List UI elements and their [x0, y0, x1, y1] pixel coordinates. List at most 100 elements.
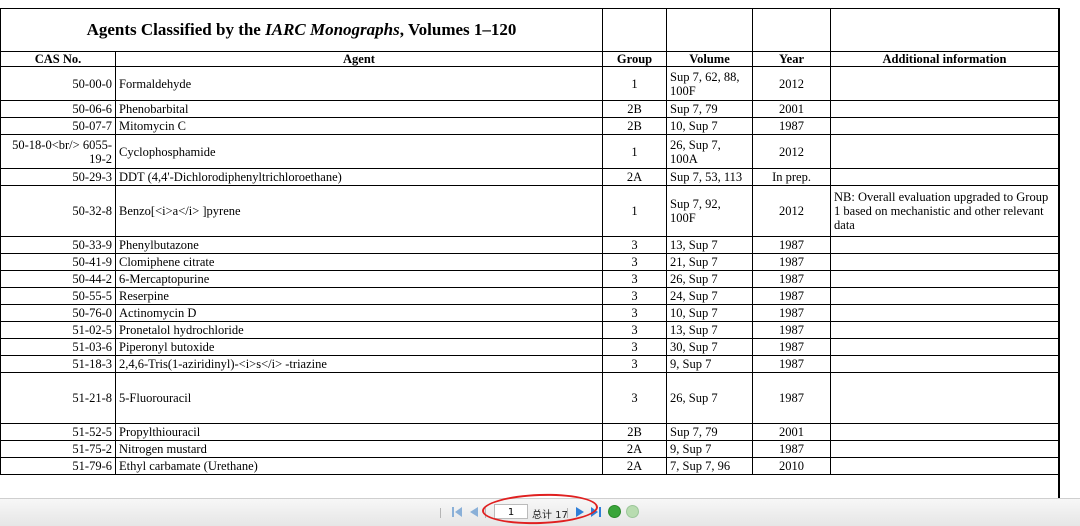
cell-group: 3: [602, 287, 668, 305]
cell-year: 2012: [752, 134, 832, 169]
cell-info: NB: Overall evaluation upgraded to Group…: [830, 185, 1058, 237]
cell-group: 1: [602, 134, 668, 169]
next-page-icon[interactable]: [574, 506, 586, 518]
header-info: Additional information: [830, 51, 1058, 67]
cell-group: 3: [602, 321, 668, 339]
cell-cas: 50-33-9: [0, 236, 116, 254]
cell-agent: Phenobarbital: [114, 100, 604, 118]
cell-year: 1987: [752, 338, 832, 356]
cell-agent: DDT (4,4'-Dichlorodiphenyltrichloroethan…: [114, 168, 604, 186]
empty-cell: [830, 8, 1058, 52]
cell-cas: 50-00-0: [0, 66, 116, 101]
cell-group: 3: [602, 270, 668, 288]
table-row: 50-18-0<br/> 6055-19-2 Cyclophosphamide 1 2…: [0, 134, 1058, 169]
empty-cell: [666, 8, 754, 52]
table-row: 50-33-9 Phenylbutazone 3 13, Sup 7 1987: [0, 236, 1058, 254]
cell-cas: 50-06-6: [0, 100, 116, 118]
cell-year: 1987: [752, 236, 832, 254]
cell-info: [830, 100, 1058, 118]
cell-year: 2010: [752, 457, 832, 475]
cell-volume: Sup 7, 53, 113: [666, 168, 754, 186]
cell-year: 1987: [752, 117, 832, 135]
title-row: Agents Classified by the IARC Monographs…: [0, 8, 1058, 52]
cell-year: 1987: [752, 304, 832, 322]
cell-info: [830, 134, 1058, 169]
toolbar-separator: [567, 508, 568, 518]
header-volume: Volume: [666, 51, 754, 67]
cell-info: [830, 236, 1058, 254]
table-row: 51-18-3 2,4,6-Tris(1-aziridinyl)-<i>s</i>…: [0, 355, 1058, 373]
table-row: 50-32-8 Benzo[<i>a</i> ]pyrene 1 Sup 7, 92,…: [0, 185, 1058, 237]
scroll-gutter: [1060, 0, 1080, 498]
table-title: Agents Classified by the IARC Monographs…: [0, 8, 604, 52]
table-row: 50-29-3 DDT (4,4'-Dichlorodiphenyltrichlo…: [0, 168, 1058, 186]
refresh-icon[interactable]: [608, 505, 621, 518]
cell-year: 1987: [752, 253, 832, 271]
cell-volume: Sup 7, 92, 100F: [666, 185, 754, 237]
cell-agent: Benzo[<i>a</i> ]pyrene: [114, 185, 604, 237]
cell-info: [830, 338, 1058, 356]
cell-volume: 7, Sup 7, 96: [666, 457, 754, 475]
cell-cas: 50-07-7: [0, 117, 116, 135]
first-page-icon[interactable]: [451, 506, 463, 518]
cell-info: [830, 117, 1058, 135]
cell-agent: Cyclophosphamide: [114, 134, 604, 169]
spreadsheet-view: Agents Classified by the IARC Monographs…: [0, 8, 1060, 498]
cell-agent: Nitrogen mustard: [114, 440, 604, 458]
cell-cas: 50-76-0: [0, 304, 116, 322]
cell-group: 2B: [602, 100, 668, 118]
last-page-icon[interactable]: [590, 506, 602, 518]
table-row: 51-03-6 Piperonyl butoxide 3 30, Sup 7 1987: [0, 338, 1058, 356]
cell-cas: 50-29-3: [0, 168, 116, 186]
cell-cas: 50-32-8: [0, 185, 116, 237]
cell-year: 2001: [752, 423, 832, 441]
header-row: CAS No. Agent Group Volume Year Addition…: [0, 51, 1058, 67]
cell-cas: 50-55-5: [0, 287, 116, 305]
cell-cas: 51-18-3: [0, 355, 116, 373]
cell-year: 1987: [752, 372, 832, 424]
agents-table: Agents Classified by the IARC Monographs…: [0, 8, 1058, 475]
cell-agent: Mitomycin C: [114, 117, 604, 135]
cell-agent: Actinomycin D: [114, 304, 604, 322]
cell-agent: 2,4,6-Tris(1-aziridinyl)-<i>s</i> -triaz…: [114, 355, 604, 373]
cell-year: 2012: [752, 66, 832, 101]
cell-group: 3: [602, 338, 668, 356]
cell-agent: Formaldehyde: [114, 66, 604, 101]
cell-year: 1987: [752, 287, 832, 305]
cell-group: 3: [602, 253, 668, 271]
toolbar-separator: [485, 508, 486, 518]
cell-info: [830, 355, 1058, 373]
cell-volume: 26, Sup 7, 100A: [666, 134, 754, 169]
cell-cas: 51-02-5: [0, 321, 116, 339]
cell-group: 2B: [602, 117, 668, 135]
table-row: 50-41-9 Clomiphene citrate 3 21, Sup 7 1987: [0, 253, 1058, 271]
cell-volume: 26, Sup 7: [666, 270, 754, 288]
cell-year: In prep.: [752, 168, 832, 186]
pager-toolbar: 1 总计 17: [0, 498, 1080, 526]
header-group: Group: [602, 51, 668, 67]
cell-group: 3: [602, 304, 668, 322]
table-row: 51-02-5 Pronetalol hydrochloride 3 13, Sup …: [0, 321, 1058, 339]
cell-info: [830, 304, 1058, 322]
cell-group: 1: [602, 185, 668, 237]
cell-agent: 5-Fluorouracil: [114, 372, 604, 424]
prev-page-icon[interactable]: [468, 506, 480, 518]
cell-volume: Sup 7, 62, 88, 100F: [666, 66, 754, 101]
cell-cas: 51-75-2: [0, 440, 116, 458]
cell-year: 1987: [752, 355, 832, 373]
page-number-input[interactable]: 1: [494, 504, 528, 519]
cell-agent: Reserpine: [114, 287, 604, 305]
cell-agent: Piperonyl butoxide: [114, 338, 604, 356]
cell-cas: 50-18-0<br/> 6055-19-2: [0, 134, 116, 169]
forward-circle-icon[interactable]: [626, 505, 639, 518]
cell-year: 1987: [752, 270, 832, 288]
cell-group: 1: [602, 66, 668, 101]
cell-year: 1987: [752, 440, 832, 458]
cell-cas: 51-79-6: [0, 457, 116, 475]
cell-group: 3: [602, 355, 668, 373]
cell-group: 3: [602, 236, 668, 254]
cell-agent: Propylthiouracil: [114, 423, 604, 441]
cell-volume: 10, Sup 7: [666, 304, 754, 322]
header-cas: CAS No.: [0, 51, 116, 67]
table-row: 50-07-7 Mitomycin C 2B 10, Sup 7 1987: [0, 117, 1058, 135]
